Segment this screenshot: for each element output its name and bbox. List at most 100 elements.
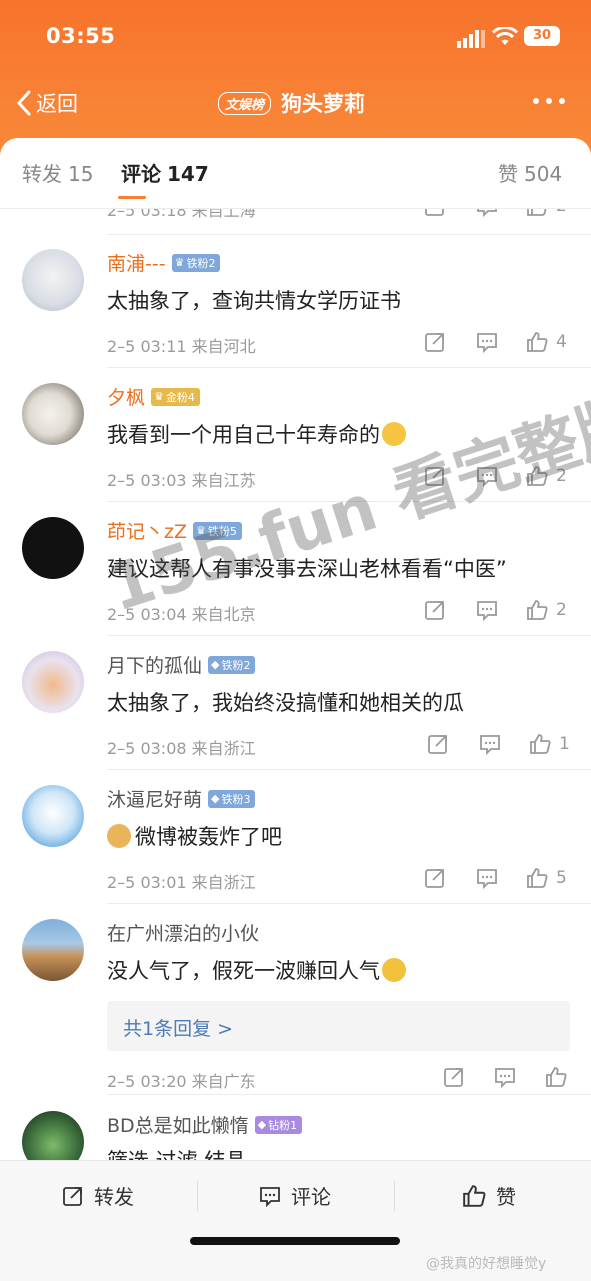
- share-icon[interactable]: [424, 331, 446, 353]
- username[interactable]: 沐逼尼好萌: [107, 785, 202, 812]
- username[interactable]: 月下的孤仙: [107, 651, 202, 678]
- share-icon[interactable]: [424, 209, 446, 217]
- avatar[interactable]: [22, 249, 84, 311]
- doge-emoji-icon: [107, 824, 131, 848]
- back-button[interactable]: 返回: [16, 86, 78, 120]
- list-item: BD总是如此懒惰 ◆钻粉1 筛选 过滤 结晶: [0, 1107, 591, 1160]
- list-item: 2–5 03:18 来自上海 2: [0, 209, 591, 221]
- comment-icon[interactable]: [476, 599, 498, 621]
- ranking-tag: 文娱榜: [218, 91, 272, 115]
- comment-text: 微博被轰炸了吧: [107, 821, 282, 851]
- diamond-icon: ◆: [211, 792, 220, 805]
- like-button[interactable]: 1: [529, 733, 570, 755]
- wifi-icon: [492, 27, 518, 45]
- avatar[interactable]: [22, 919, 84, 981]
- avatar[interactable]: [22, 785, 84, 847]
- comment-meta: 2–5 03:01 来自浙江: [107, 873, 256, 892]
- reply-summary: 共1条回复 >: [107, 1001, 570, 1051]
- share-icon[interactable]: [424, 867, 446, 889]
- like-count: 4: [556, 332, 567, 352]
- nav-title-group: 文娱榜 狗头萝莉: [218, 88, 365, 118]
- tab-bar: 转发 15 评论 147 赞 504: [0, 138, 591, 209]
- avatar[interactable]: [22, 1111, 84, 1160]
- tab-comments[interactable]: 评论 147: [121, 158, 209, 187]
- cellular-signal-icon: [457, 30, 485, 48]
- like-button[interactable]: 4: [526, 331, 567, 353]
- status-bar: 03:55 30: [0, 0, 591, 72]
- comment-list[interactable]: 2–5 03:18 来自上海 2 南浦--- ♛铁粉2 太抽象了，查询共情女学历…: [0, 209, 591, 1160]
- thumbs-up-icon: [463, 1184, 486, 1207]
- comment-text: 筛选 过滤 结晶: [107, 1145, 246, 1160]
- fan-badge: ◆ 铁粉3: [208, 789, 256, 808]
- like-button[interactable]: 2: [526, 209, 567, 217]
- comment-icon[interactable]: [479, 733, 501, 755]
- comment-icon[interactable]: [494, 1066, 516, 1088]
- more-options-icon[interactable]: [533, 98, 565, 104]
- comment-icon: [260, 1186, 280, 1207]
- like-button[interactable]: 5: [526, 867, 567, 889]
- diamond-icon: ◆: [257, 1118, 267, 1131]
- comment-text: 太抽象了，查询共情女学历证书: [107, 289, 401, 313]
- list-item: 沐逼尼好萌 ◆ 铁粉3 微博被轰炸了吧 2–5 03:01 来自浙江 5: [0, 781, 591, 911]
- avatar[interactable]: [22, 383, 84, 445]
- comment-text: 太抽象了，我始终没搞懂和她相关的瓜: [107, 691, 464, 715]
- list-item: 月下的孤仙 ◆ 铁粉2 太抽象了，我始终没搞懂和她相关的瓜 2–5 03:08 来…: [0, 647, 591, 777]
- like-count: 1: [559, 734, 570, 754]
- navigation-bar: 返回 文娱榜 狗头萝莉: [0, 78, 591, 130]
- crown-icon: ♛: [174, 256, 185, 269]
- comment-text: 没人气了，假死一波赚回人气: [107, 955, 406, 985]
- page-title: 狗头萝莉: [281, 92, 366, 116]
- diamond-icon: ◆: [211, 658, 220, 671]
- username[interactable]: BD总是如此懒惰: [107, 1111, 249, 1138]
- divider: [107, 635, 591, 636]
- repost-button[interactable]: 转发: [62, 1181, 134, 1210]
- fan-badge: ◆ 钻粉1: [254, 1115, 303, 1134]
- credit-watermark: @我真的好想睡觉y: [426, 1256, 547, 1272]
- comment-icon[interactable]: [476, 867, 498, 889]
- status-time: 03:55: [46, 24, 116, 48]
- comment-text: 我看到一个用自己十年寿命的: [107, 419, 406, 449]
- view-replies-link[interactable]: 共1条回复 >: [123, 1014, 233, 1041]
- avatar[interactable]: [22, 651, 84, 713]
- comment-meta: 2–5 03:08 来自浙江: [107, 739, 256, 758]
- share-icon: [63, 1186, 82, 1206]
- comment-icon[interactable]: [476, 331, 498, 353]
- home-indicator[interactable]: [190, 1237, 400, 1245]
- list-item: 南浦--- ♛ 铁粉2 太抽象了，查询共情女学历证书 2–5 03:11 来自河北…: [0, 245, 591, 375]
- chevron-left-icon: [16, 90, 31, 116]
- crying-emoji-icon: [382, 958, 406, 982]
- list-item: 在广州漂泊的小伙 没人气了，假死一波赚回人气 共1条回复 > 2–5 03:20…: [0, 915, 591, 1095]
- like-count: 2: [556, 600, 567, 620]
- tab-repost[interactable]: 转发 15: [22, 158, 93, 187]
- like-button[interactable]: 赞: [462, 1181, 516, 1210]
- username[interactable]: 南浦---: [107, 249, 166, 276]
- tab-likes[interactable]: 赞 504: [498, 158, 562, 187]
- username[interactable]: 在广州漂泊的小伙: [107, 919, 259, 946]
- header: 03:55 30 返回 文娱榜 狗头萝莉: [0, 0, 591, 160]
- divider: [107, 1094, 591, 1095]
- like-button[interactable]: [545, 1066, 567, 1088]
- divider: [107, 367, 591, 368]
- fan-badge: ♛ 铁粉2: [171, 253, 221, 272]
- share-icon[interactable]: [427, 733, 449, 755]
- share-icon[interactable]: [443, 1066, 465, 1088]
- username[interactable]: 夕枫: [107, 383, 145, 410]
- like-button[interactable]: 2: [526, 599, 567, 621]
- divider: [107, 903, 591, 904]
- back-label: 返回: [36, 92, 78, 116]
- fan-badge: ◆ 铁粉2: [208, 655, 256, 674]
- crown-icon: ♛: [154, 390, 164, 403]
- like-count: 5: [556, 868, 567, 888]
- divider: [394, 1181, 395, 1211]
- active-tab-indicator: [118, 196, 146, 199]
- comment-icon[interactable]: [476, 209, 498, 217]
- divider: [107, 234, 591, 235]
- comment-meta: 2–5 03:11 来自河北: [107, 337, 256, 356]
- divider: [197, 1181, 198, 1211]
- divider: [107, 769, 591, 770]
- avatar[interactable]: [22, 517, 84, 579]
- share-icon[interactable]: [424, 599, 446, 621]
- comment-button[interactable]: 评论: [259, 1181, 331, 1210]
- comment-meta: 2–5 03:03 来自江苏: [107, 471, 256, 490]
- comment-meta: 2–5 03:20 来自广东: [107, 1072, 256, 1091]
